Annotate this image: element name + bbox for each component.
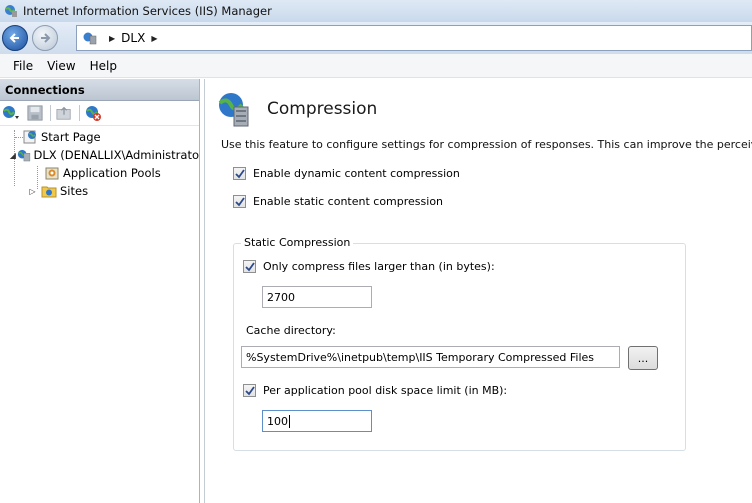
dynamic-compression-checkbox[interactable]	[233, 167, 246, 180]
toolbar-separator	[79, 105, 80, 121]
forward-button[interactable]	[32, 25, 58, 51]
breadcrumb-dlx[interactable]: DLX	[121, 31, 145, 45]
checkmark-icon	[244, 385, 255, 395]
breadcrumb-separator-icon[interactable]: ▶	[151, 34, 157, 43]
server-icon	[17, 149, 30, 162]
connections-tree: Start Page ◢ DLX (DENALLIX\Administrato …	[0, 126, 199, 200]
connect-button[interactable]	[2, 104, 20, 122]
menu-help[interactable]: Help	[90, 59, 117, 73]
save-button[interactable]	[26, 104, 44, 122]
globe-disconnect-icon	[86, 106, 101, 121]
breadcrumb-separator-icon[interactable]: ▶	[109, 34, 115, 43]
cache-directory-value: %SystemDrive%\inetpub\temp\IIS Temporary…	[246, 350, 594, 364]
only-compress-larger-label: Only compress files larger than (in byte…	[263, 260, 495, 273]
only-compress-larger-checkbox[interactable]	[243, 260, 256, 273]
feature-header: Compression	[217, 91, 377, 127]
menu-view[interactable]: View	[47, 59, 75, 73]
folder-up-icon	[56, 106, 71, 120]
checkmark-icon	[244, 261, 255, 271]
static-compression-checkbox[interactable]	[233, 195, 246, 208]
feature-description: Use this feature to configure settings f…	[221, 138, 752, 151]
start-page-icon	[23, 130, 36, 144]
collapse-triangle-icon[interactable]: ◢	[9, 151, 17, 160]
floppy-disk-icon	[27, 105, 43, 121]
min-file-size-value: 2700	[267, 290, 295, 304]
connections-toolbar	[0, 101, 199, 126]
server-icon	[83, 32, 97, 45]
application-pools-icon	[45, 167, 59, 180]
cache-directory-input[interactable]: %SystemDrive%\inetpub\temp\IIS Temporary…	[241, 346, 620, 368]
iis-app-icon	[5, 5, 17, 17]
only-compress-larger-option[interactable]: Only compress files larger than (in byte…	[243, 260, 495, 273]
arrow-left-icon	[9, 33, 19, 43]
sites-folder-icon	[41, 186, 57, 198]
checkmark-icon	[234, 168, 245, 178]
dynamic-compression-label: Enable dynamic content compression	[253, 167, 460, 180]
tree-item-server[interactable]: ◢ DLX (DENALLIX\Administrato	[0, 146, 199, 164]
address-bar: ▶ DLX ▶	[0, 22, 752, 54]
text-caret	[289, 414, 290, 428]
tree-item-sites[interactable]: ▷ Sites	[0, 182, 199, 200]
checkmark-icon	[234, 196, 245, 206]
address-field[interactable]: ▶ DLX ▶	[76, 25, 752, 51]
page-title: Compression	[267, 99, 378, 119]
toolbar-separator	[50, 105, 51, 121]
feature-panel: Compression Use this feature to configur…	[204, 79, 752, 503]
compression-feature-icon	[218, 93, 249, 127]
per-pool-limit-checkbox[interactable]	[243, 384, 256, 397]
globe-dropdown-icon	[3, 106, 19, 119]
disconnect-button[interactable]	[84, 104, 102, 122]
per-pool-limit-label: Per application pool disk space limit (i…	[263, 384, 508, 397]
window-title: Internet Information Services (IIS) Mana…	[23, 4, 272, 18]
title-bar: Internet Information Services (IIS) Mana…	[0, 0, 752, 22]
dynamic-compression-option[interactable]: Enable dynamic content compression	[233, 167, 460, 180]
expand-triangle-icon[interactable]: ▷	[28, 187, 37, 196]
menu-bar: File View Help	[0, 54, 752, 78]
back-button[interactable]	[2, 25, 28, 51]
static-compression-label: Enable static content compression	[253, 195, 444, 208]
tree-item-application-pools[interactable]: Application Pools	[0, 164, 199, 182]
per-pool-limit-input[interactable]: 100	[262, 410, 372, 432]
static-compression-option[interactable]: Enable static content compression	[233, 195, 443, 208]
arrow-right-icon	[41, 33, 51, 43]
tree-item-label: Sites	[60, 184, 89, 198]
up-level-button[interactable]	[55, 104, 73, 122]
cache-directory-label: Cache directory:	[246, 324, 336, 337]
static-compression-group-title: Static Compression	[241, 236, 354, 249]
per-pool-limit-option[interactable]: Per application pool disk space limit (i…	[243, 384, 507, 397]
connections-header: Connections	[0, 79, 199, 101]
menu-file[interactable]: File	[13, 59, 33, 73]
per-pool-limit-value: 100	[267, 414, 288, 428]
connections-panel: Connections Start Page ◢ DLX (DENALLIX\A…	[0, 79, 200, 503]
min-file-size-input[interactable]: 2700	[262, 286, 372, 308]
browse-button[interactable]: ...	[628, 346, 658, 370]
tree-item-label: DLX (DENALLIX\Administrato	[33, 148, 200, 162]
tree-item-start-page[interactable]: Start Page	[0, 128, 199, 146]
tree-item-label: Application Pools	[63, 166, 161, 180]
tree-item-label: Start Page	[41, 130, 101, 144]
